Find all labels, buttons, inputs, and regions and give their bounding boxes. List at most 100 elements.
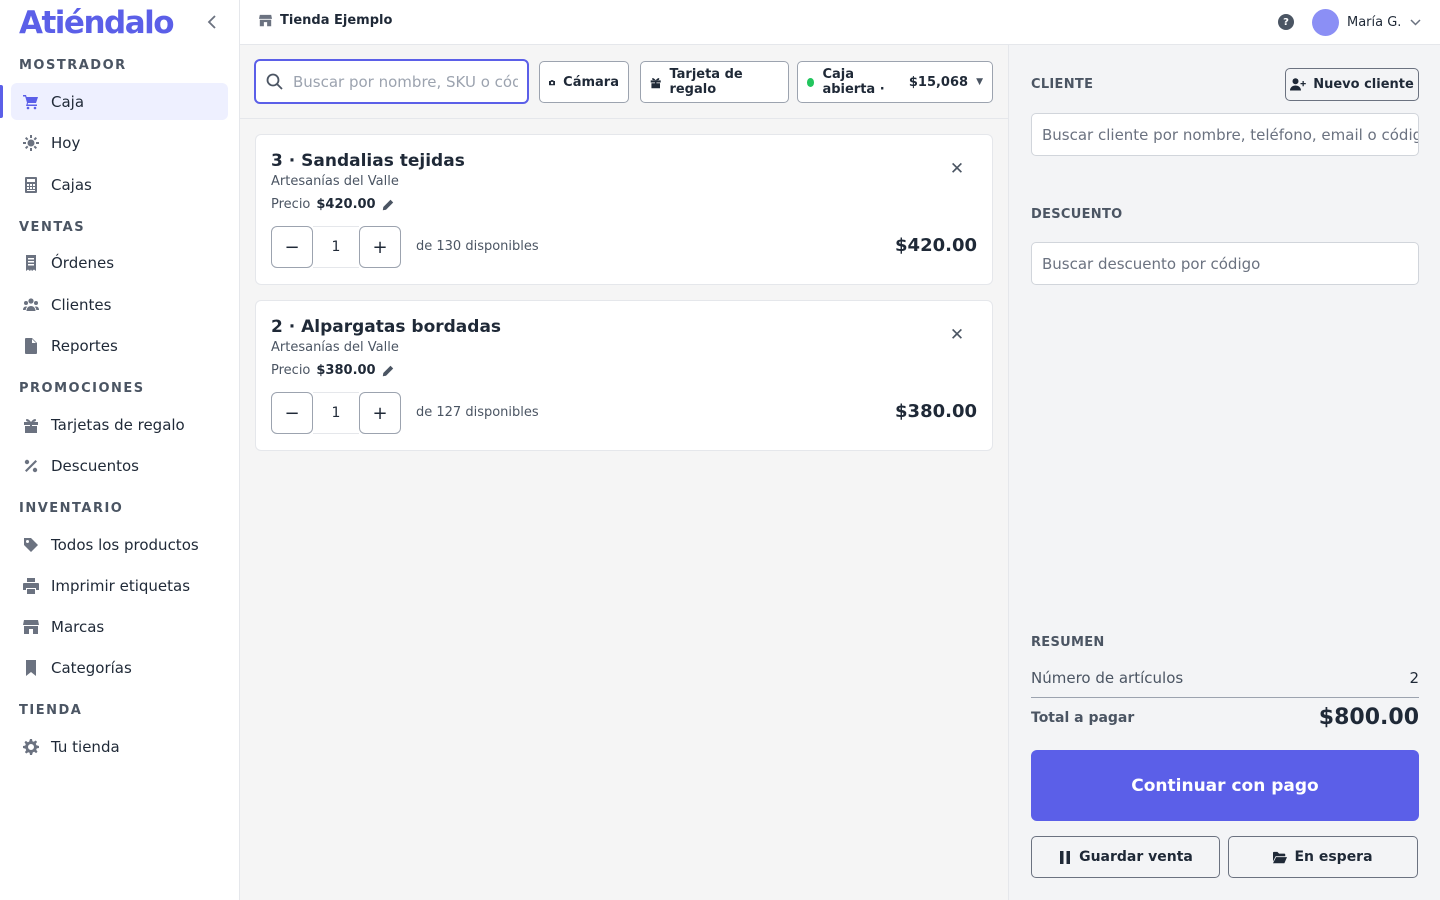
file-icon bbox=[21, 336, 41, 356]
items-count-row: Número de artículos 2 bbox=[1031, 669, 1419, 687]
sidebar-item-imprimir-etiquetas[interactable]: Imprimir etiquetas bbox=[11, 567, 228, 604]
pencil-icon[interactable] bbox=[382, 365, 394, 377]
caret-down-icon: ▼ bbox=[976, 77, 983, 87]
close-icon: ✕ bbox=[949, 325, 965, 345]
sidebar-item-hoy[interactable]: Hoy bbox=[11, 124, 228, 161]
sidebar-item-marcas[interactable]: Marcas bbox=[11, 608, 228, 645]
printer-icon bbox=[21, 576, 41, 596]
users-icon bbox=[21, 295, 41, 315]
pause-icon bbox=[1060, 850, 1071, 864]
minus-icon: − bbox=[284, 236, 300, 258]
line-total: $420.00 bbox=[895, 235, 977, 256]
store-icon bbox=[21, 617, 41, 637]
section-title-tienda: TIENDA bbox=[19, 703, 83, 718]
sidebar-item-categorias[interactable]: Categorías bbox=[11, 649, 228, 686]
gift-card-button-label: Tarjeta de regalo bbox=[669, 67, 743, 97]
section-title-inventario: INVENTARIO bbox=[19, 501, 124, 516]
continue-payment-button[interactable]: Continuar con pago bbox=[1031, 750, 1419, 821]
decrease-quantity-button[interactable]: − bbox=[271, 226, 313, 268]
pos-toolbar: Cámara Tarjeta de regalo Caja abierta · … bbox=[240, 45, 1008, 119]
cart-item-price: Precio $420.00 bbox=[271, 197, 394, 212]
section-title-mostrador: MOSTRADOR bbox=[19, 58, 127, 73]
cart-item: 2 · Alpargatas bordadas Artesanías del V… bbox=[255, 300, 993, 451]
sidebar-item-label: Imprimir etiquetas bbox=[51, 576, 191, 595]
sidebar-item-label: Hoy bbox=[51, 133, 81, 152]
sidebar-item-ordenes[interactable]: Órdenes bbox=[11, 244, 228, 281]
register-status: Caja abierta · bbox=[822, 67, 885, 97]
sidebar-item-cajas[interactable]: Cajas bbox=[11, 166, 228, 203]
summary-label: RESUMEN bbox=[1031, 635, 1105, 650]
section-title-ventas: VENTAS bbox=[19, 220, 86, 235]
increase-quantity-button[interactable]: + bbox=[359, 392, 401, 434]
quantity-value[interactable]: 1 bbox=[313, 226, 359, 268]
sidebar-item-label: Marcas bbox=[51, 617, 105, 636]
tag-icon bbox=[21, 535, 41, 555]
sun-icon bbox=[21, 133, 41, 153]
sidebar-item-clientes[interactable]: Clientes bbox=[11, 286, 228, 323]
line-total: $380.00 bbox=[895, 401, 977, 422]
price-value: $420.00 bbox=[316, 197, 376, 212]
camera-button[interactable]: Cámara bbox=[539, 61, 629, 103]
app-logo[interactable]: Atiéndalo bbox=[19, 5, 175, 41]
bookmark-icon bbox=[21, 658, 41, 678]
gift-card-button[interactable]: Tarjeta de regalo bbox=[640, 61, 789, 103]
save-sale-label: Guardar venta bbox=[1079, 849, 1193, 865]
sidebar-item-tarjetas-de-regalo[interactable]: Tarjetas de regalo bbox=[11, 406, 228, 443]
new-client-label: Nuevo cliente bbox=[1313, 77, 1414, 92]
new-client-button[interactable]: Nuevo cliente bbox=[1285, 68, 1419, 101]
sidebar-item-label: Descuentos bbox=[51, 456, 139, 475]
cart-area: Cámara Tarjeta de regalo Caja abierta · … bbox=[240, 45, 1008, 900]
sidebar-item-label: Caja bbox=[51, 92, 85, 111]
sidebar-item-tu-tienda[interactable]: Tu tienda bbox=[11, 728, 228, 765]
camera-icon bbox=[549, 79, 556, 85]
discount-search-input[interactable] bbox=[1031, 242, 1419, 285]
pencil-icon[interactable] bbox=[382, 199, 394, 211]
collapse-sidebar-button[interactable] bbox=[203, 13, 221, 31]
chevron-left-icon bbox=[207, 15, 216, 29]
product-search-input[interactable] bbox=[293, 72, 518, 91]
summary-divider bbox=[1031, 697, 1419, 698]
status-dot bbox=[807, 77, 815, 87]
quantity-stepper: − 1 + bbox=[271, 392, 401, 434]
available-stock: de 130 disponibles bbox=[416, 239, 539, 254]
sidebar-item-descuentos[interactable]: Descuentos bbox=[11, 447, 228, 484]
sidebar-item-todos-los-productos[interactable]: Todos los productos bbox=[11, 526, 228, 563]
register-status-dropdown[interactable]: Caja abierta · $15,068 ▼ bbox=[797, 61, 993, 103]
continue-payment-label: Continuar con pago bbox=[1131, 775, 1319, 796]
sidebar-item-label: Órdenes bbox=[51, 253, 115, 272]
sidebar-item-caja[interactable]: Caja bbox=[0, 83, 228, 120]
customer-search-input[interactable] bbox=[1031, 113, 1419, 156]
avatar bbox=[1312, 9, 1339, 36]
cart-item-brand: Artesanías del Valle bbox=[271, 174, 399, 189]
sidebar-item-label: Todos los productos bbox=[51, 535, 199, 554]
sidebar-item-label: Tarjetas de regalo bbox=[51, 415, 185, 434]
on-hold-button[interactable]: En espera bbox=[1228, 836, 1418, 878]
receipt-icon bbox=[21, 253, 41, 273]
product-search[interactable] bbox=[254, 59, 529, 104]
user-plus-icon bbox=[1290, 78, 1306, 91]
help-icon[interactable]: ? bbox=[1278, 14, 1294, 30]
available-stock: de 127 disponibles bbox=[416, 405, 539, 420]
total-label: Total a pagar bbox=[1031, 709, 1135, 726]
total-row: Total a pagar $800.00 bbox=[1031, 705, 1419, 730]
sidebar-item-reportes[interactable]: Reportes bbox=[11, 327, 228, 364]
items-count-value: 2 bbox=[1409, 669, 1419, 687]
on-hold-label: En espera bbox=[1294, 849, 1373, 865]
discount-label: DESCUENTO bbox=[1031, 207, 1123, 222]
cart-item-title: 2 · Alpargatas bordadas bbox=[271, 317, 502, 337]
increase-quantity-button[interactable]: + bbox=[359, 226, 401, 268]
store-selector[interactable]: Tienda Ejemplo bbox=[259, 13, 392, 28]
user-menu[interactable]: María G. bbox=[1312, 9, 1421, 36]
save-sale-button[interactable]: Guardar venta bbox=[1031, 836, 1220, 878]
quantity-value[interactable]: 1 bbox=[313, 392, 359, 434]
percent-icon bbox=[21, 456, 41, 476]
sidebar-item-label: Tu tienda bbox=[51, 737, 120, 756]
sidebar-item-label: Clientes bbox=[51, 295, 112, 314]
cart-item: 3 · Sandalias tejidas Artesanías del Val… bbox=[255, 134, 993, 285]
register-amount: $15,068 bbox=[908, 74, 969, 90]
remove-item-button[interactable]: ✕ bbox=[947, 159, 967, 179]
remove-item-button[interactable]: ✕ bbox=[947, 325, 967, 345]
decrease-quantity-button[interactable]: − bbox=[271, 392, 313, 434]
folder-open-icon bbox=[1273, 851, 1288, 863]
items-count-label: Número de artículos bbox=[1031, 669, 1184, 687]
